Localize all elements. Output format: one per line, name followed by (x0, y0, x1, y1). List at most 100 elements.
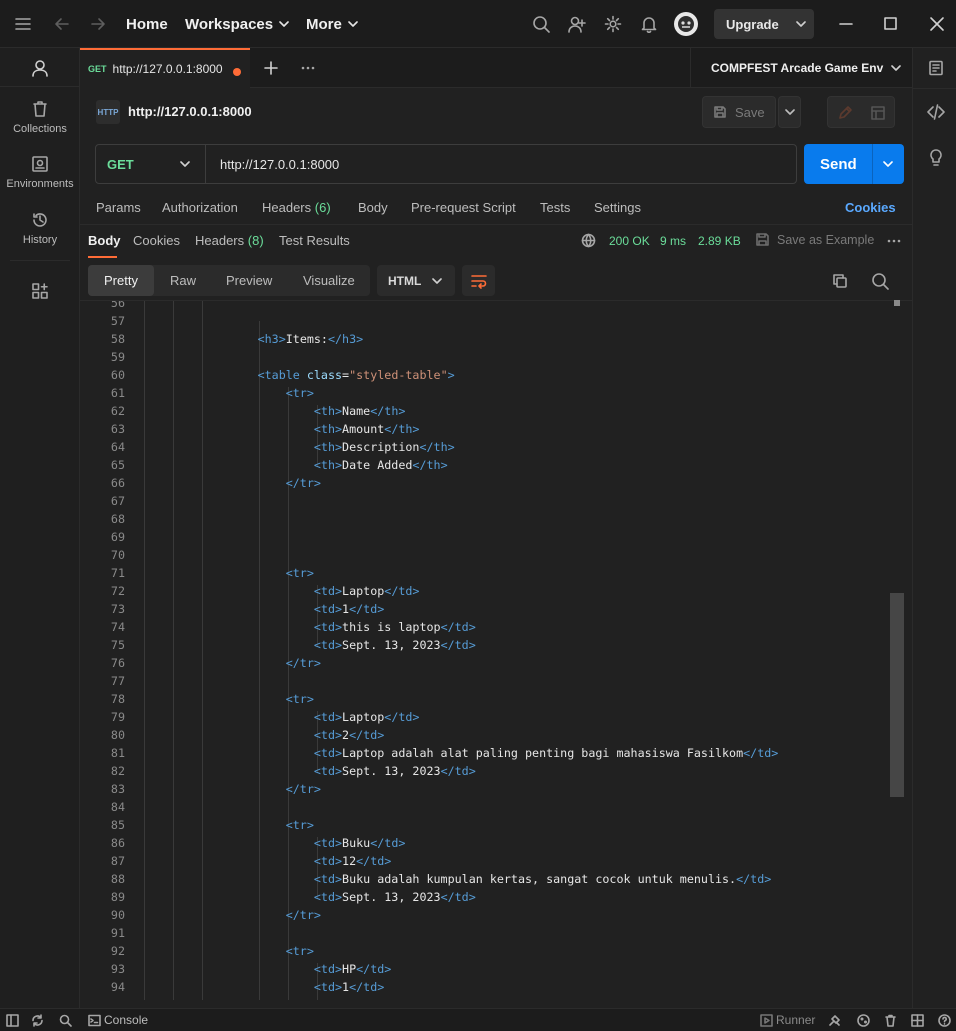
code-line[interactable]: 75 <td>Sept. 13, 2023</td> (80, 636, 912, 654)
code-line[interactable]: 72 <td>Laptop</td> (80, 582, 912, 600)
documentation-icon[interactable] (870, 105, 886, 121)
avatar[interactable] (674, 12, 698, 36)
code-line[interactable]: 85 <tr> (80, 816, 912, 834)
code-line[interactable]: 82 <td>Sept. 13, 2023</td> (80, 762, 912, 780)
response-tab-cookies[interactable]: Cookies (133, 233, 180, 248)
tab-settings[interactable]: Settings (594, 200, 641, 215)
runner-button[interactable]: Runner (776, 1013, 815, 1027)
code-line[interactable]: 87 <td>12</td> (80, 852, 912, 870)
bell-icon[interactable] (640, 15, 658, 33)
code-line[interactable]: 88 <td>Buku adalah kumpulan kertas, sang… (80, 870, 912, 888)
code-line[interactable]: 59 (80, 348, 912, 366)
code-line[interactable]: 66 </tr> (80, 474, 912, 492)
code-line[interactable]: 84 (80, 798, 912, 816)
search-icon[interactable] (532, 15, 550, 33)
layout-icon[interactable] (911, 1014, 924, 1027)
back-arrow-icon[interactable] (53, 15, 71, 33)
user-icon[interactable] (31, 59, 49, 77)
code-snippet-icon[interactable] (927, 103, 945, 121)
invite-user-icon[interactable] (568, 15, 586, 33)
code-line[interactable]: 70 (80, 546, 912, 564)
code-line[interactable]: 65 <th>Date Added</th> (80, 456, 912, 474)
code-line[interactable]: 69 (80, 528, 912, 546)
minimize-icon[interactable] (838, 16, 854, 32)
code-line[interactable]: 62 <th>Name</th> (80, 402, 912, 420)
view-raw[interactable]: Raw (170, 273, 196, 288)
toggle-sidebar-icon[interactable] (6, 1014, 19, 1027)
scrollbar-thumb[interactable] (890, 593, 904, 797)
language-select[interactable]: HTML (377, 265, 455, 296)
code-line[interactable]: 91 (80, 924, 912, 942)
chevron-down-icon[interactable] (883, 159, 893, 169)
code-line[interactable]: 86 <td>Buku</td> (80, 834, 912, 852)
more-nav[interactable]: More (306, 0, 358, 48)
hamburger-menu-icon[interactable] (14, 16, 32, 32)
more-tabs-icon[interactable] (300, 60, 316, 76)
code-line[interactable]: 92 <tr> (80, 942, 912, 960)
code-line[interactable]: 71 <tr> (80, 564, 912, 582)
code-line[interactable]: 93 <td>HP</td> (80, 960, 912, 978)
code-line[interactable]: 57 (80, 312, 912, 330)
code-line[interactable]: 76 </tr> (80, 654, 912, 672)
code-line[interactable]: 81 <td>Laptop adalah alat paling penting… (80, 744, 912, 762)
code-line[interactable]: 80 <td>2</td> (80, 726, 912, 744)
sidebar-item-history[interactable]: History (0, 211, 80, 246)
cookies-icon[interactable] (857, 1014, 870, 1027)
cookies-link[interactable]: Cookies (845, 200, 896, 215)
wrap-lines-button[interactable] (462, 265, 495, 296)
maximize-icon[interactable] (883, 16, 899, 32)
response-tab-body[interactable]: Body (88, 233, 121, 248)
url-input[interactable]: http://127.0.0.1:8000 (220, 157, 339, 172)
code-line[interactable]: 79 <td>Laptop</td> (80, 708, 912, 726)
send-button[interactable]: Send (804, 144, 904, 184)
response-size[interactable]: 2.89 KB (698, 234, 741, 248)
code-line[interactable]: 56 (80, 301, 912, 312)
response-body-editor[interactable]: 56 57 58 <h3>Items:</h3> 59 60 <table class=… (80, 300, 912, 1000)
code-line[interactable]: 73 <td>1</td> (80, 600, 912, 618)
code-line[interactable]: 95 <td>Ini adalah HP</td> (80, 996, 912, 1000)
environment-quick-look-icon[interactable] (928, 60, 944, 76)
response-tab-test-results[interactable]: Test Results (279, 233, 350, 248)
save-as-example-button[interactable]: Save as Example (777, 233, 874, 247)
more-options-icon[interactable] (886, 233, 902, 249)
code-line[interactable]: 63 <th>Amount</th> (80, 420, 912, 438)
request-title[interactable]: http://127.0.0.1:8000 (128, 104, 252, 119)
request-tab-active[interactable]: GET http://127.0.0.1:8000 (80, 48, 250, 88)
code-line[interactable]: 60 <table class="styled-table"> (80, 366, 912, 384)
trash-icon[interactable] (884, 1014, 897, 1027)
upgrade-button[interactable]: Upgrade (714, 9, 814, 39)
code-line[interactable]: 83 </tr> (80, 780, 912, 798)
tab-headers[interactable]: Headers (6) (262, 200, 331, 215)
view-visualize[interactable]: Visualize (303, 273, 355, 288)
response-tab-headers[interactable]: Headers (8) (195, 233, 264, 248)
code-line[interactable]: 90 </tr> (80, 906, 912, 924)
view-pretty[interactable]: Pretty (88, 265, 154, 296)
forward-arrow-icon[interactable] (89, 15, 107, 33)
code-line[interactable]: 61 <tr> (80, 384, 912, 402)
tab-params[interactable]: Params (96, 200, 141, 215)
response-time[interactable]: 9 ms (660, 234, 686, 248)
globe-icon[interactable] (581, 233, 596, 248)
code-line[interactable]: 74 <td>this is laptop</td> (80, 618, 912, 636)
tab-pre-request-script[interactable]: Pre-request Script (411, 200, 516, 215)
console-button[interactable]: Console (104, 1013, 148, 1027)
code-line[interactable]: 77 (80, 672, 912, 690)
code-line[interactable]: 78 <tr> (80, 690, 912, 708)
environment-selector[interactable]: COMPFEST Arcade Game Env (690, 48, 912, 88)
gear-icon[interactable] (604, 15, 622, 33)
method-select[interactable]: GET (96, 145, 206, 183)
capture-icon[interactable] (828, 1014, 841, 1027)
status-code[interactable]: 200 OK (609, 234, 650, 248)
help-icon[interactable] (938, 1014, 951, 1027)
new-tab-icon[interactable] (263, 60, 279, 76)
lightbulb-icon[interactable] (927, 149, 945, 167)
sidebar-item-collections[interactable]: Collections (0, 100, 80, 135)
code-line[interactable]: 89 <td>Sept. 13, 2023</td> (80, 888, 912, 906)
code-line[interactable]: 58 <h3>Items:</h3> (80, 330, 912, 348)
tab-authorization[interactable]: Authorization (162, 200, 238, 215)
code-line[interactable]: 68 (80, 510, 912, 528)
code-line[interactable]: 67 (80, 492, 912, 510)
close-icon[interactable] (929, 16, 945, 32)
sync-icon[interactable] (31, 1014, 44, 1027)
find-icon[interactable] (59, 1014, 72, 1027)
